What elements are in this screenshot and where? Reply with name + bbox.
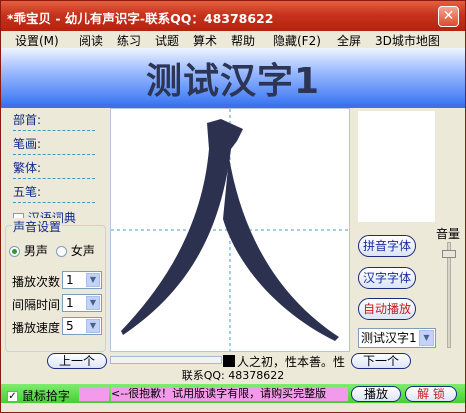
voice-settings-legend: 声音设置 [12,218,63,235]
female-voice-label: 女声 [70,244,95,258]
female-voice-radio[interactable]: 女声 [56,242,95,259]
volume-label: 音量 [436,227,461,241]
character-set-select[interactable]: 测试汉字1 ▼ [358,328,436,348]
menu-bar: 设置(M) 阅读 练习 试题 算术 帮助 隐藏(F2) 全屏 3D城市地图 [1,31,465,48]
menu-help[interactable]: 帮助 [231,32,255,49]
volume-track[interactable] [447,242,451,348]
menu-test[interactable]: 试题 [155,32,179,49]
interval-label: 间隔时间 [12,298,61,312]
interval-select[interactable]: 1 ▼ [62,294,102,312]
radio-icon[interactable] [56,246,67,257]
page-title: 测试汉字1 [145,61,321,102]
progress-bar [110,356,222,364]
status-strip [1,403,465,412]
pinyin-font-button[interactable]: 拼音字体 [358,235,416,257]
character-left-stroke [121,119,243,335]
character-set-value: 测试汉字1 [361,331,417,345]
volume-slider[interactable] [439,242,459,348]
menu-settings[interactable]: 设置(M) [15,32,59,49]
trial-notice-text: <--很抱歉！试用版读字有限，请购买完整版 [111,387,327,400]
color-swatch [79,387,109,401]
checkbox-checked-icon[interactable]: ✓ [7,391,18,402]
chevron-down-icon[interactable]: ▼ [86,319,100,333]
male-voice-radio[interactable]: 男声 [9,242,48,259]
voice-settings-group: 声音设置 男声 女声 播放次数 1 ▼ 间隔时间 1 ▼ 播放速度 5 ▼ [5,218,106,352]
hanzi-font-button[interactable]: 汉字字体 [358,267,416,289]
interval-value: 1 [66,296,74,310]
play-count-label: 播放次数 [12,275,61,289]
speed-select[interactable]: 5 ▼ [62,317,102,335]
chevron-down-icon[interactable]: ▼ [419,330,434,346]
contact-line: 联系QQ: 48378622 [1,369,465,384]
header-banner: 测试汉字1 [1,48,465,104]
autoplay-button[interactable]: 自动播放 [358,298,416,320]
character-right-stroke [223,157,339,341]
play-count-select[interactable]: 1 ▼ [62,271,102,289]
trial-notice-marquee: <--很抱歉！试用版读字有限，请购买完整版 [111,387,348,401]
strokes-label: 笔画: [13,137,42,151]
pinyin-display [358,111,435,222]
wubi-label: 五笔: [13,185,42,199]
menu-fullscreen[interactable]: 全屏 [337,32,361,49]
menu-hide[interactable]: 隐藏(F2) [273,32,321,49]
cursor-block [223,355,235,367]
menu-read[interactable]: 阅读 [79,32,103,49]
menu-practice[interactable]: 练习 [117,32,141,49]
window-title: *乖宝贝 - 幼儿有声识字-联系QQ：48378622 [7,11,274,26]
previous-button[interactable]: 上一个 [47,353,107,369]
bottom-bar: ✓ 鼠标拾字 <--很抱歉！试用版读字有限，请购买完整版 播放 解 锁 [1,384,465,403]
app-window: *乖宝贝 - 幼儿有声识字-联系QQ：48378622 ✕ 设置(M) 阅读 练… [0,0,466,413]
speed-label: 播放速度 [12,321,61,335]
radio-selected-icon[interactable] [9,246,20,257]
traditional-field: 繁体: [13,159,95,179]
radical-field: 部首: [13,111,95,131]
strokes-field: 笔画: [13,135,95,155]
title-bar[interactable]: *乖宝贝 - 幼儿有声识字-联系QQ：48378622 ✕ [1,1,465,31]
speed-value: 5 [66,319,74,333]
chevron-down-icon[interactable]: ▼ [86,273,100,287]
radical-label: 部首: [13,113,42,127]
navigation-row: 上一个 人之初，性本善。性 下一个 [1,352,465,369]
unlock-button[interactable]: 解 锁 [405,386,457,402]
reading-text: 人之初，性本善。性 [223,353,349,368]
close-button[interactable]: ✕ [438,6,459,27]
menu-arithmetic[interactable]: 算术 [193,32,217,49]
chevron-down-icon[interactable]: ▼ [86,296,100,310]
character-canvas[interactable] [110,108,350,352]
info-panel: 部首: 笔画: 繁体: 五笔: 汉语词典 声音设置 男声 女声 播放次数 1 ▼… [1,108,107,352]
traditional-label: 繁体: [13,161,42,175]
mouse-pick-label: 鼠标拾字 [21,389,70,403]
character-display [111,109,349,351]
close-icon: ✕ [442,8,455,24]
next-button[interactable]: 下一个 [351,353,411,369]
volume-thumb[interactable] [442,249,456,258]
right-panel: 拼音字体 汉字字体 自动播放 测试汉字1 ▼ 音量 [350,108,465,352]
reading-text-content: 人之初，性本善。性 [237,355,346,368]
play-count-value: 1 [66,273,74,287]
play-button[interactable]: 播放 [351,386,401,402]
male-voice-label: 男声 [23,244,48,258]
menu-3d-city-map[interactable]: 3D城市地图 [375,32,440,49]
wubi-field: 五笔: [13,183,95,203]
mouse-pick-checkbox[interactable]: ✓ 鼠标拾字 [7,387,70,404]
